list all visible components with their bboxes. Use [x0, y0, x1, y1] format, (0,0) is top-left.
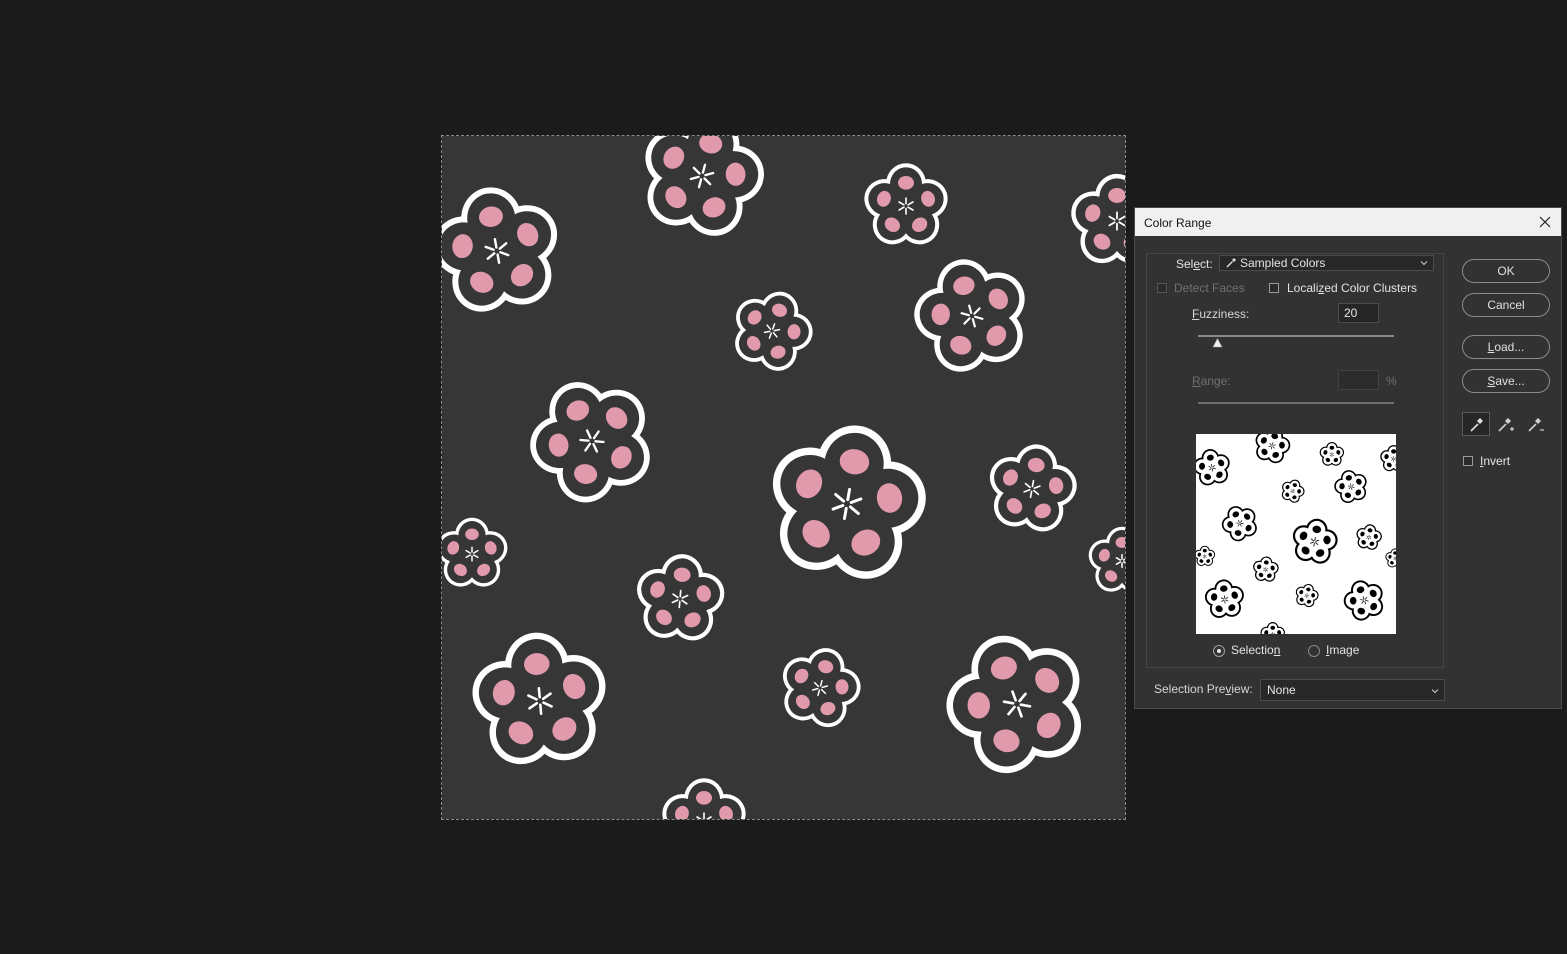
flower-pattern-artwork — [442, 136, 1125, 819]
eyedropper-plus-tool-button[interactable] — [1492, 412, 1520, 436]
document-canvas[interactable] — [441, 135, 1126, 820]
eyedropper-icon — [1470, 418, 1483, 432]
save-button[interactable]: Save... — [1462, 369, 1550, 393]
dialog-title: Color Range — [1144, 216, 1212, 230]
fuzziness-slider-thumb[interactable] — [1212, 338, 1223, 348]
eyedropper-minus-tool-button[interactable] — [1522, 412, 1550, 436]
detect-faces-checkbox[interactable] — [1157, 283, 1167, 293]
selection-preview-thumbnail — [1196, 434, 1396, 634]
preview-mask-image — [1196, 434, 1396, 634]
options-group: Select: Sampled Colors Detect Faces Loca… — [1146, 253, 1444, 668]
eyedropper-icon — [1226, 258, 1236, 268]
image-radio-label[interactable]: Image — [1326, 643, 1359, 657]
color-range-dialog: Color Range Select: Sampled Colors Detec… — [1134, 207, 1562, 709]
fuzziness-input[interactable]: 20 — [1338, 303, 1379, 323]
selection-preview-label: Selection Preview: — [1154, 682, 1253, 696]
range-label: Range: — [1192, 374, 1231, 388]
range-unit: % — [1386, 374, 1397, 388]
cancel-button[interactable]: Cancel — [1462, 293, 1550, 317]
eyedropper-plus-icon — [1498, 418, 1514, 432]
select-label: Select: — [1176, 257, 1213, 271]
fuzziness-slider-track[interactable] — [1198, 335, 1394, 337]
fuzziness-label: Fuzziness: — [1192, 307, 1250, 321]
chevron-down-icon — [1431, 689, 1439, 694]
range-slider-track — [1198, 402, 1394, 404]
localized-color-clusters-label: Localized Color Clusters — [1287, 281, 1418, 295]
load-button[interactable]: Load... — [1462, 335, 1550, 359]
invert-checkbox[interactable] — [1463, 456, 1473, 466]
selection-preview-dropdown[interactable]: None — [1260, 679, 1445, 701]
eyedropper-minus-icon — [1528, 418, 1544, 432]
detect-faces-label: Detect Faces — [1174, 281, 1245, 295]
select-dropdown-value: Sampled Colors — [1240, 256, 1326, 270]
range-input — [1338, 370, 1379, 390]
chevron-down-icon — [1420, 261, 1428, 266]
localized-color-clusters-checkbox[interactable] — [1269, 283, 1279, 293]
dialog-titlebar[interactable]: Color Range — [1135, 208, 1561, 236]
selection-radio-dot — [1217, 649, 1221, 653]
eyedropper-tool-button[interactable] — [1462, 412, 1490, 436]
image-radio[interactable] — [1308, 645, 1320, 657]
selection-preview-value: None — [1267, 683, 1296, 697]
close-icon[interactable] — [1535, 212, 1555, 232]
selection-radio-label[interactable]: Selection — [1231, 643, 1280, 657]
ok-button[interactable]: OK — [1462, 259, 1550, 283]
selection-radio[interactable] — [1213, 645, 1225, 657]
select-dropdown[interactable]: Sampled Colors — [1219, 255, 1434, 271]
invert-label: Invert — [1480, 454, 1511, 468]
